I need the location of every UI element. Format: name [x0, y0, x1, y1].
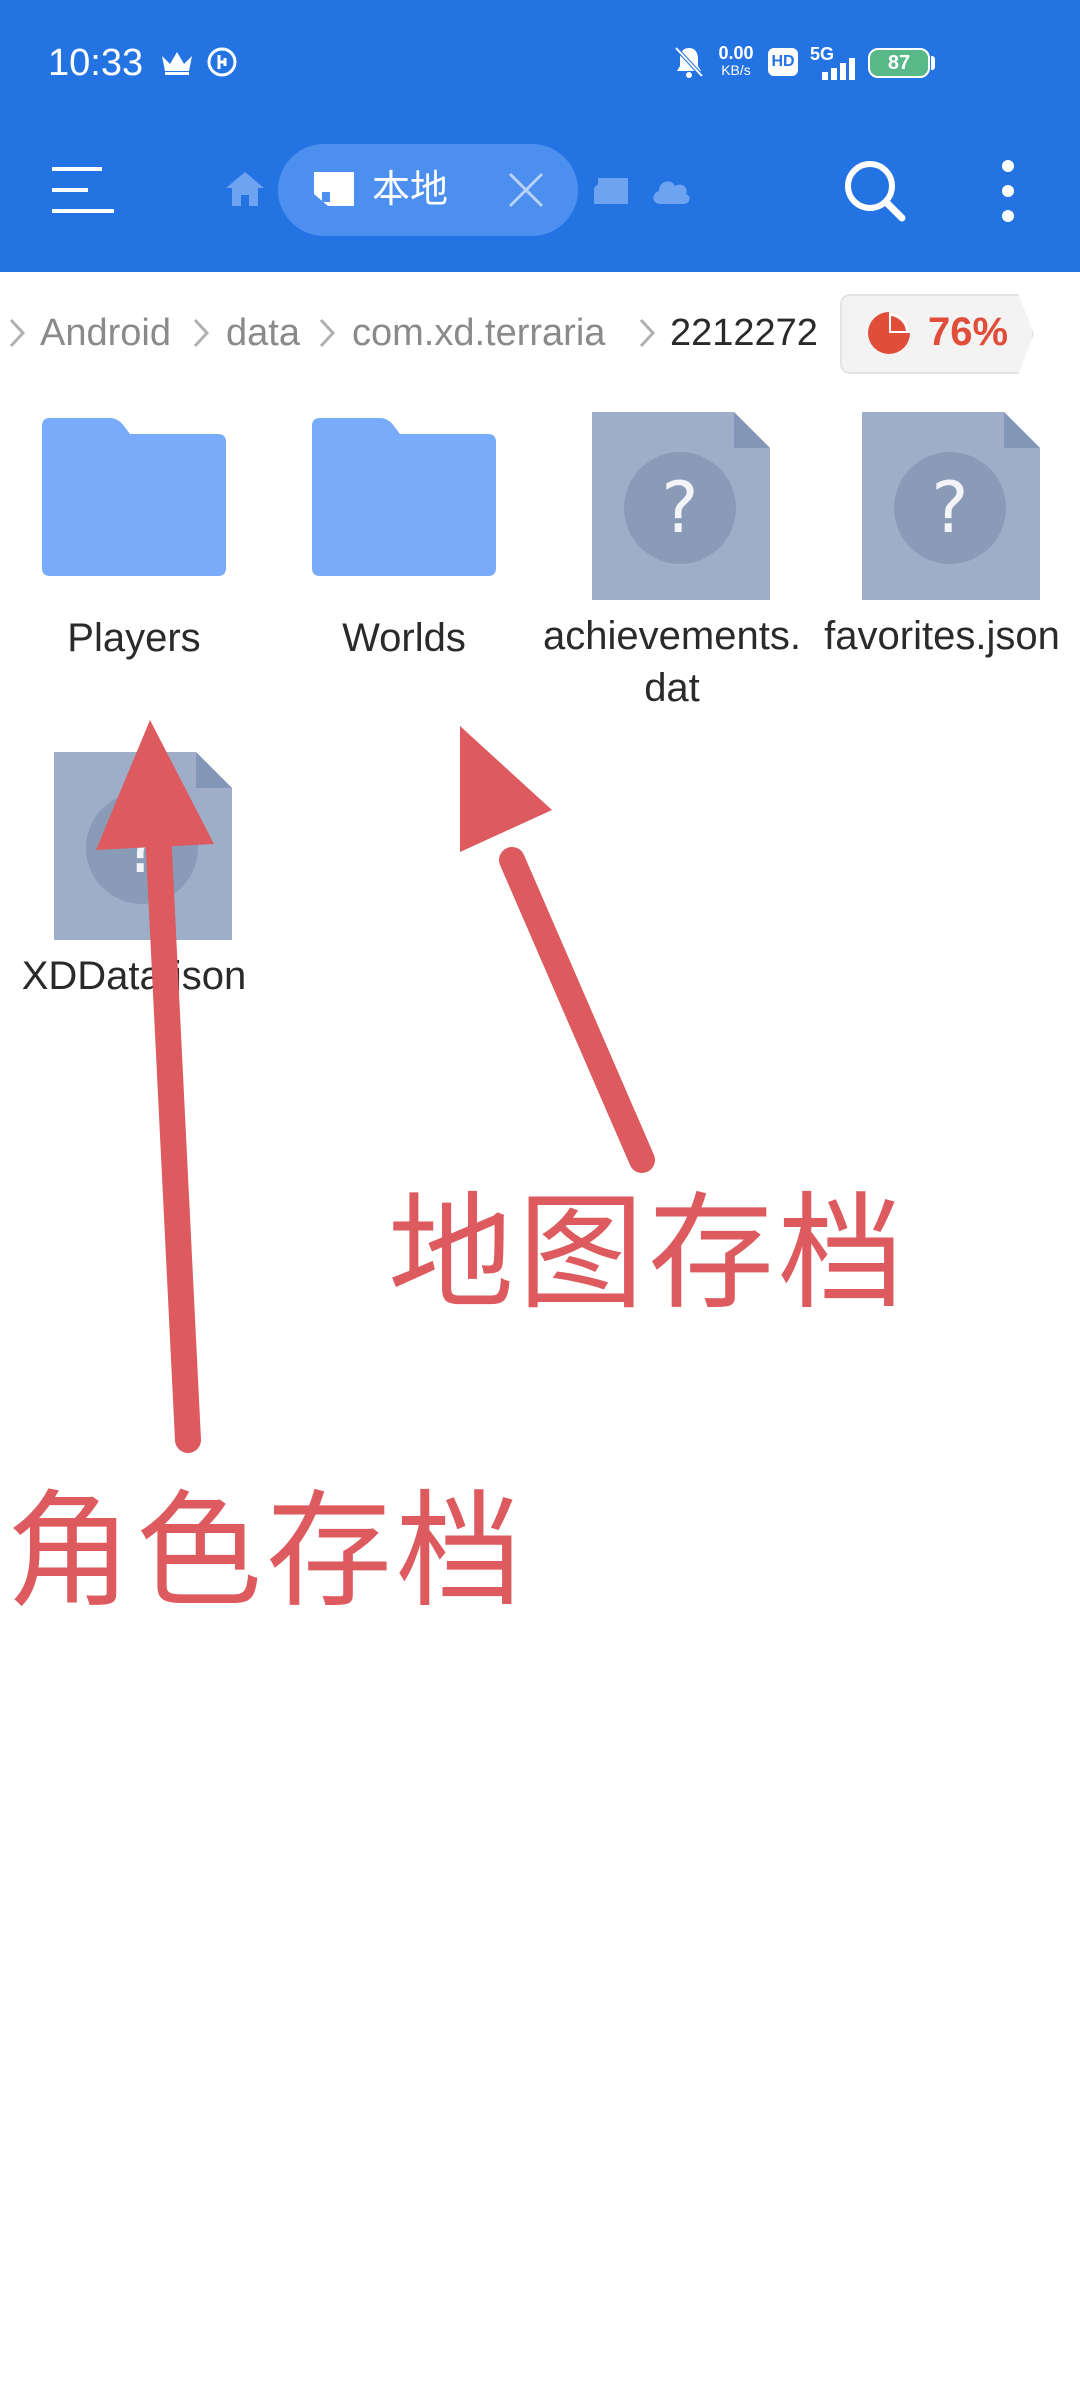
file-name: achievements.dat [543, 614, 801, 710]
close-tab-icon[interactable] [506, 170, 546, 210]
hd-badge: HD [768, 48, 798, 76]
file-name: Players [67, 616, 201, 660]
chevron-right-icon [639, 318, 656, 348]
breadcrumb-data[interactable]: data [226, 308, 300, 358]
status-bar: 10:33 0.00 KB/s HD 5G 87 [0, 0, 1080, 130]
arrow-head-worlds [460, 726, 552, 852]
breadcrumb-current[interactable]: 2212272 [670, 308, 818, 358]
chevron-right-icon [319, 318, 336, 348]
menu-icon[interactable] [52, 165, 114, 215]
battery-tip [931, 56, 935, 70]
folder-players[interactable]: Players [4, 412, 264, 712]
signal-icon [822, 58, 855, 80]
app-badge-icon [207, 47, 237, 77]
file-achievements[interactable]: ? achievements.dat [542, 410, 802, 710]
storage-percent: 76% [928, 310, 1009, 354]
home-icon[interactable] [224, 168, 266, 210]
folder-worlds[interactable]: Worlds [274, 412, 534, 712]
svg-text:?: ? [661, 467, 698, 549]
svg-text:?: ? [123, 807, 160, 889]
crown-icon [162, 52, 192, 75]
file-favorites[interactable]: ? favorites.json [812, 410, 1072, 710]
unknown-file-icon: ? [54, 752, 232, 940]
local-storage-icon [314, 172, 354, 206]
file-name: XDData.json [21, 954, 247, 998]
breadcrumb-package[interactable]: com.xd.terraria [352, 308, 605, 358]
unknown-file-icon: ? [592, 412, 770, 600]
battery-level: 87 [887, 52, 911, 74]
sd-card-icon[interactable] [592, 174, 630, 208]
unknown-file-icon: ? [862, 412, 1040, 600]
folder-icon [42, 418, 226, 576]
svg-text:?: ? [931, 467, 968, 549]
chevron-right-icon [9, 318, 26, 348]
net-speed: 0.00 KB/s [716, 44, 756, 78]
net-speed-unit: KB/s [721, 62, 751, 78]
arrow-to-worlds [499, 847, 655, 1173]
more-options-icon[interactable] [994, 158, 1022, 224]
folder-icon [312, 418, 496, 576]
search-icon[interactable] [842, 158, 908, 224]
file-xddata[interactable]: ? XDData.json [4, 750, 264, 1050]
tab-local-label: 本地 [372, 169, 449, 211]
net-speed-value: 0.00 [718, 43, 754, 63]
hd-label: HD [771, 53, 795, 70]
breadcrumb-android[interactable]: Android [40, 308, 171, 358]
file-name: favorites.json [824, 614, 1060, 658]
status-time: 10:33 [48, 42, 144, 84]
storage-pie-icon [868, 312, 910, 354]
annotation-players-label: 角色存档 [6, 1478, 526, 1625]
cloud-icon[interactable] [650, 172, 692, 208]
annotation-worlds-label: 地图存档 [388, 1180, 908, 1327]
bell-muted-icon [674, 46, 704, 78]
file-name: Worlds [342, 616, 466, 660]
chevron-right-icon [193, 318, 210, 348]
battery-indicator: 87 [868, 48, 930, 78]
